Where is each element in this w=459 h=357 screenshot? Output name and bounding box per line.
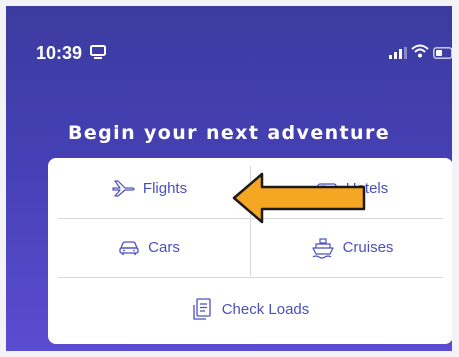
app-screen: 10:39 Begin your next adventure Flights … xyxy=(0,0,459,357)
car-icon xyxy=(118,239,140,257)
flights-label: Flights xyxy=(142,179,188,197)
pointer-arrow-icon xyxy=(232,172,366,224)
screen-mirroring-icon xyxy=(90,45,106,65)
cruises-label: Cruises xyxy=(342,239,394,256)
check-loads-label: Check Loads xyxy=(221,300,310,318)
wifi-icon xyxy=(411,44,429,63)
cars-label: Cars xyxy=(148,239,180,256)
battery-icon xyxy=(433,46,452,64)
airplane-icon xyxy=(111,179,135,197)
status-bar: 10:39 xyxy=(6,6,452,76)
document-icon xyxy=(192,297,214,321)
cellular-signal-icon xyxy=(389,46,407,64)
cars-option[interactable]: Cars xyxy=(48,219,250,276)
ship-icon xyxy=(311,237,335,259)
page-heading: Begin your next adventure xyxy=(67,122,391,144)
flights-option[interactable]: Flights xyxy=(48,158,250,218)
cruises-option[interactable]: Cruises xyxy=(251,219,452,276)
status-time: 10:39 xyxy=(36,43,83,63)
check-loads-option[interactable]: Check Loads xyxy=(48,278,452,340)
